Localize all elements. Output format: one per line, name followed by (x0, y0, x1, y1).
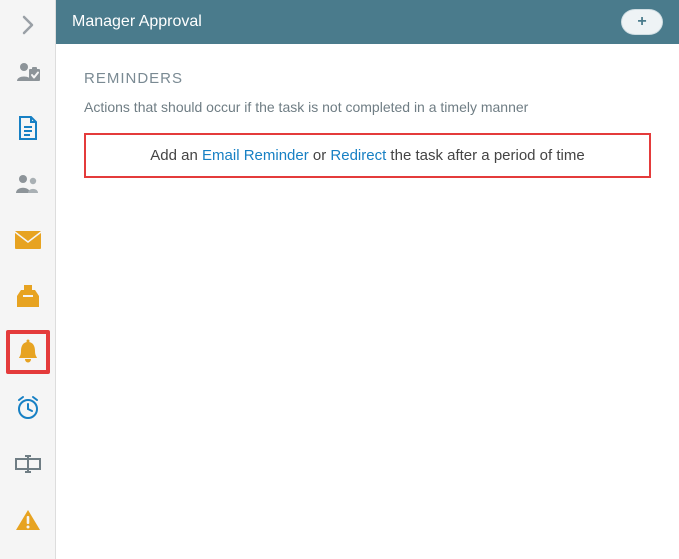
chevron-right-icon (21, 15, 35, 35)
users-icon (14, 172, 42, 196)
sidebar-item-warning[interactable] (6, 498, 50, 542)
alarm-clock-icon (15, 395, 41, 421)
header-bar: Manager Approval + (56, 0, 679, 44)
sidebar-item-envelope[interactable] (6, 218, 50, 262)
bell-icon (16, 339, 40, 365)
warning-icon (15, 508, 41, 532)
sidebar-item-user-check[interactable] (6, 50, 50, 94)
envelope-icon (14, 230, 42, 250)
sidebar (0, 0, 56, 559)
sidebar-item-users[interactable] (6, 162, 50, 206)
app-root: Manager Approval + REMINDERS Actions tha… (0, 0, 679, 559)
ballot-box-icon (15, 284, 41, 308)
action-text-mid: or (309, 147, 331, 164)
sidebar-item-reminders[interactable] (6, 330, 50, 374)
sidebar-item-alarm[interactable] (6, 386, 50, 430)
add-button[interactable]: + (621, 9, 663, 35)
email-reminder-link[interactable]: Email Reminder (202, 147, 309, 164)
action-text-prefix: Add an (150, 147, 202, 164)
sidebar-item-rename[interactable] (6, 442, 50, 486)
redirect-link[interactable]: Redirect (330, 147, 386, 164)
page-title: Manager Approval (72, 13, 202, 31)
sidebar-expand-toggle[interactable] (6, 6, 50, 44)
sidebar-item-document[interactable] (6, 106, 50, 150)
main-panel: Manager Approval + REMINDERS Actions tha… (56, 0, 679, 559)
content-area: REMINDERS Actions that should occur if t… (56, 44, 679, 204)
action-text-suffix: the task after a period of time (386, 147, 584, 164)
user-check-icon (15, 59, 41, 85)
sidebar-item-ballot-box[interactable] (6, 274, 50, 318)
document-icon (16, 115, 40, 141)
reminders-action-box: Add an Email Reminder or Redirect the ta… (84, 133, 651, 178)
rename-icon (14, 454, 42, 474)
reminders-heading: REMINDERS (84, 70, 651, 87)
reminders-description: Actions that should occur if the task is… (84, 99, 651, 115)
plus-icon: + (637, 14, 646, 30)
